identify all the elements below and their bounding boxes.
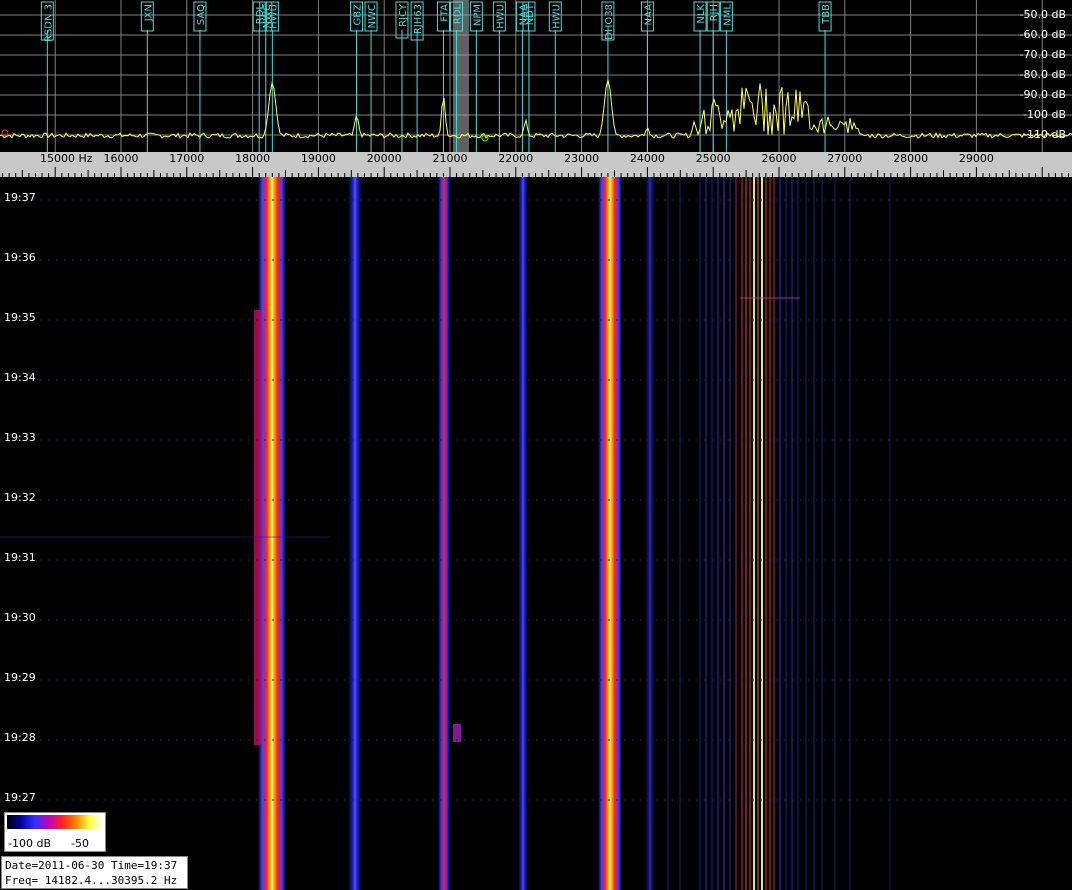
color-legend: -100 dB -50 bbox=[4, 812, 106, 852]
station-label[interactable]: DHO38 bbox=[604, 4, 615, 40]
frequency-label: 29000 bbox=[959, 152, 994, 165]
db-label: -60.0 dB bbox=[1020, 28, 1067, 41]
station-label[interactable]: RJH bbox=[709, 4, 720, 21]
waterfall-time-grid bbox=[0, 199, 1072, 801]
signal-streak-gbz bbox=[348, 177, 362, 890]
time-label: 19:35 bbox=[4, 311, 36, 324]
time-label: 19:36 bbox=[4, 251, 36, 264]
station-label[interactable]: HWU bbox=[551, 4, 562, 29]
signal-streak-fta bbox=[438, 177, 450, 890]
spectrum-display[interactable]: RSDN 3 JXN SAQ RDLNWCHWU GBZ NWC RJCY RJH63 FTA R… bbox=[0, 0, 1072, 152]
station-label[interactable]: JXN bbox=[143, 4, 154, 22]
frequency-label: 25000 bbox=[696, 152, 731, 165]
spectrum-trace bbox=[0, 79, 1072, 139]
station-label[interactable]: GBZ bbox=[353, 4, 364, 26]
info-frequency-range: Freq= 14182.4...30395.2 Hz bbox=[5, 874, 178, 887]
station-label[interactable]: NAA bbox=[643, 4, 654, 26]
waterfall-time-labels: 19:37 19:36 19:35 19:34 19:33 19:32 19:31 19:30… bbox=[4, 191, 36, 804]
frequency-ticks bbox=[2, 167, 1070, 177]
db-label: -100 dB bbox=[1023, 108, 1066, 121]
frequency-label: 20000 bbox=[367, 152, 402, 165]
station-label[interactable]: RDL bbox=[453, 4, 464, 25]
frequency-label-first: 15000 Hz bbox=[40, 152, 93, 165]
db-label: -80.0 dB bbox=[1020, 68, 1067, 81]
color-legend-bar bbox=[7, 815, 103, 829]
db-label: -50.0 dB bbox=[1020, 8, 1067, 21]
legend-max-label: -50 bbox=[71, 837, 89, 850]
frequency-label: 19000 bbox=[301, 152, 336, 165]
station-label[interactable]: HWU bbox=[495, 4, 506, 29]
time-label: 19:34 bbox=[4, 371, 36, 384]
legend-gradient bbox=[7, 815, 103, 829]
time-label: 19:30 bbox=[4, 611, 36, 624]
station-label[interactable]: NDT bbox=[525, 3, 536, 25]
waterfall-display[interactable]: 19:37 19:36 19:35 19:34 19:33 19:32 19:31 19:30… bbox=[0, 177, 1072, 890]
legend-min-label: -100 dB bbox=[8, 837, 51, 850]
frequency-labels: 16000 17000 18000 19000 20000 21000 22000 23000… bbox=[104, 152, 994, 165]
station-label[interactable]: HWU bbox=[268, 4, 279, 29]
db-label: -70.0 dB bbox=[1020, 48, 1067, 61]
signal-streak-dho38 bbox=[598, 177, 622, 890]
station-label[interactable]: NLK bbox=[696, 4, 707, 24]
station-label[interactable]: FTA bbox=[439, 4, 450, 22]
waterfall-signal-streaks bbox=[254, 177, 655, 890]
frequency-label: 24000 bbox=[630, 152, 665, 165]
station-label[interactable]: NPM bbox=[472, 4, 483, 26]
time-label: 19:27 bbox=[4, 791, 36, 804]
waterfall-thin-lines bbox=[667, 177, 891, 890]
signal-streak-naa-24 bbox=[645, 177, 655, 890]
time-label: 19:31 bbox=[4, 551, 36, 564]
station-label[interactable]: SAQ bbox=[196, 4, 207, 25]
station-label[interactable]: RJCY bbox=[398, 3, 409, 27]
signal-blip-rdl bbox=[453, 724, 461, 742]
time-label: 19:29 bbox=[4, 671, 36, 684]
station-label[interactable]: NML bbox=[722, 4, 733, 26]
frequency-label: 23000 bbox=[564, 152, 599, 165]
db-label: -110 dB bbox=[1023, 128, 1066, 141]
spectrum-grid bbox=[0, 0, 1072, 152]
frequency-label: 17000 bbox=[169, 152, 204, 165]
frequency-label: 16000 bbox=[104, 152, 139, 165]
info-panel: Date=2011-06-30 Time=19:37 Freq= 14182.4… bbox=[1, 856, 188, 889]
time-label: 19:37 bbox=[4, 191, 36, 204]
db-label: -90.0 dB bbox=[1020, 88, 1067, 101]
frequency-label: 26000 bbox=[762, 152, 797, 165]
time-label: 19:32 bbox=[4, 491, 36, 504]
station-label[interactable]: TBB bbox=[821, 4, 832, 25]
station-label[interactable]: NWC bbox=[367, 4, 378, 28]
station-label[interactable]: RSDN 3 bbox=[43, 4, 54, 42]
frequency-label: 18000 bbox=[235, 152, 270, 165]
station-label[interactable]: RJH63 bbox=[413, 4, 424, 34]
time-label: 19:28 bbox=[4, 731, 36, 744]
frequency-label: 28000 bbox=[893, 152, 928, 165]
frequency-scale[interactable]: 15000 Hz 16000 17000 18000 19000 20000 21000 2… bbox=[0, 152, 1072, 177]
time-label: 19:33 bbox=[4, 431, 36, 444]
db-scale-labels: -50.0 dB -60.0 dB -70.0 dB -80.0 dB -90.0 dB… bbox=[1020, 8, 1067, 141]
frequency-label: 21000 bbox=[433, 152, 468, 165]
info-date-time: Date=2011-06-30 Time=19:37 bbox=[5, 859, 178, 872]
signal-streak-naa bbox=[518, 177, 528, 890]
signal-streak-18200 bbox=[258, 177, 286, 890]
frequency-label: 27000 bbox=[827, 152, 862, 165]
frequency-label: 22000 bbox=[498, 152, 533, 165]
